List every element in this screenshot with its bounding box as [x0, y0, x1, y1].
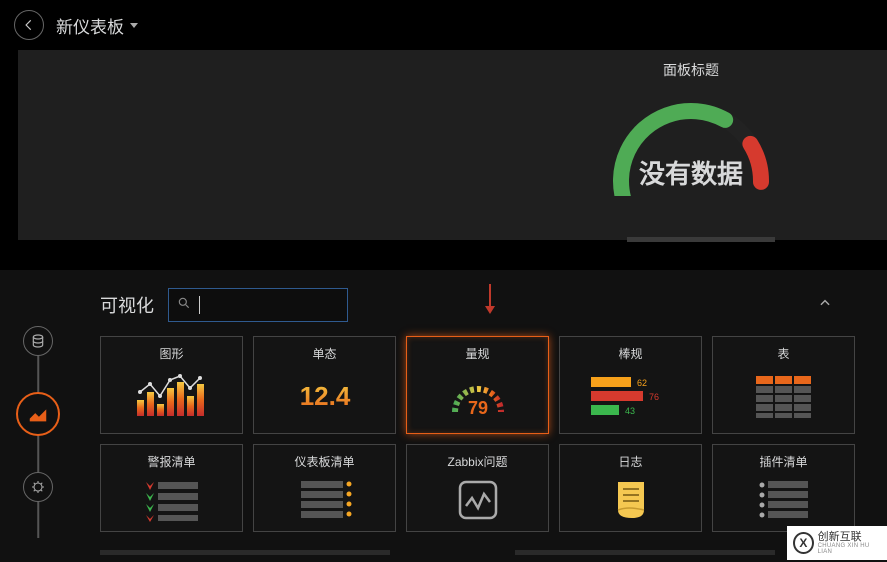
scrollbar[interactable] [100, 550, 390, 555]
pluginlist-icon [717, 476, 850, 523]
logo-text: 创新互联 [818, 532, 881, 543]
queries-tab-icon[interactable] [23, 326, 53, 356]
viz-label: 棒规 [618, 345, 642, 362]
back-button[interactable] [14, 10, 44, 40]
viz-card-logs[interactable]: 日志 [559, 444, 702, 532]
viz-label: 单态 [312, 345, 336, 362]
editor-rail [15, 326, 61, 538]
table-icon [717, 368, 850, 425]
brand-logo: X 创新互联 CHUANG XIN HU LIAN [787, 526, 887, 560]
viz-label: 表 [777, 345, 789, 362]
visualization-grid: 图形 单态 [100, 336, 872, 532]
visualization-search[interactable] [168, 288, 348, 322]
section-title: 可视化 [100, 292, 154, 318]
scrollbar[interactable] [515, 550, 775, 555]
visualization-tab-icon[interactable] [16, 392, 60, 436]
panel-title: 面板标题 [606, 60, 776, 80]
logo-subtext: CHUANG XIN HU LIAN [818, 543, 881, 555]
viz-label: 量规 [465, 345, 489, 362]
viz-label: 插件清单 [759, 453, 807, 470]
bargauge-icon: 62 76 43 [564, 368, 697, 425]
viz-card-singlestat[interactable]: 单态 12.4 [253, 336, 396, 434]
svg-text:43: 43 [625, 406, 635, 416]
viz-label: 仪表板清单 [294, 453, 354, 470]
annotation-arrow-icon [483, 282, 497, 316]
scrollbar[interactable] [627, 237, 775, 242]
viz-card-graph[interactable]: 图形 [100, 336, 243, 434]
viz-card-alertlist[interactable]: 警报清单 [100, 444, 243, 532]
dashboard-title: 新仪表板 [56, 13, 124, 38]
viz-label: 图形 [159, 345, 183, 362]
singlestat-icon: 12.4 [258, 368, 391, 425]
svg-text:79: 79 [467, 398, 487, 418]
viz-card-gauge[interactable]: 量规 79 [406, 336, 549, 434]
settings-tab-icon[interactable] [23, 472, 53, 502]
gauge-panel: 面板标题 没有数据 [606, 60, 776, 191]
collapse-button[interactable] [818, 296, 832, 315]
search-input[interactable] [208, 297, 339, 313]
graph-icon [105, 368, 238, 425]
header: 新仪表板 [0, 0, 887, 50]
viz-label: Zabbix问题 [447, 453, 507, 470]
dashboard-title-dropdown[interactable]: 新仪表板 [56, 13, 138, 38]
search-icon [177, 296, 191, 315]
svg-text:62: 62 [637, 378, 647, 388]
text-cursor [199, 296, 200, 314]
alertlist-icon [105, 476, 238, 523]
visualization-editor: 可视化 图形 [0, 270, 887, 562]
dashlist-icon [258, 476, 391, 523]
viz-label: 日志 [618, 453, 642, 470]
logs-icon [564, 476, 697, 523]
viz-label: 警报清单 [147, 453, 195, 470]
svg-text:12.4: 12.4 [299, 381, 350, 411]
zabbix-icon [411, 476, 544, 523]
viz-card-bargauge[interactable]: 棒规 62 76 43 [559, 336, 702, 434]
logo-mark: X [793, 532, 814, 554]
viz-card-zabbix[interactable]: Zabbix问题 [406, 444, 549, 532]
viz-card-table[interactable]: 表 [712, 336, 855, 434]
svg-text:76: 76 [649, 392, 659, 402]
viz-card-pluginlist[interactable]: 插件清单 [712, 444, 855, 532]
caret-down-icon [130, 23, 138, 28]
editor-top: 可视化 [100, 288, 348, 322]
gauge-icon: 79 [411, 368, 544, 425]
panel-preview: 面板标题 没有数据 [18, 50, 887, 240]
viz-card-dashlist[interactable]: 仪表板清单 [253, 444, 396, 532]
